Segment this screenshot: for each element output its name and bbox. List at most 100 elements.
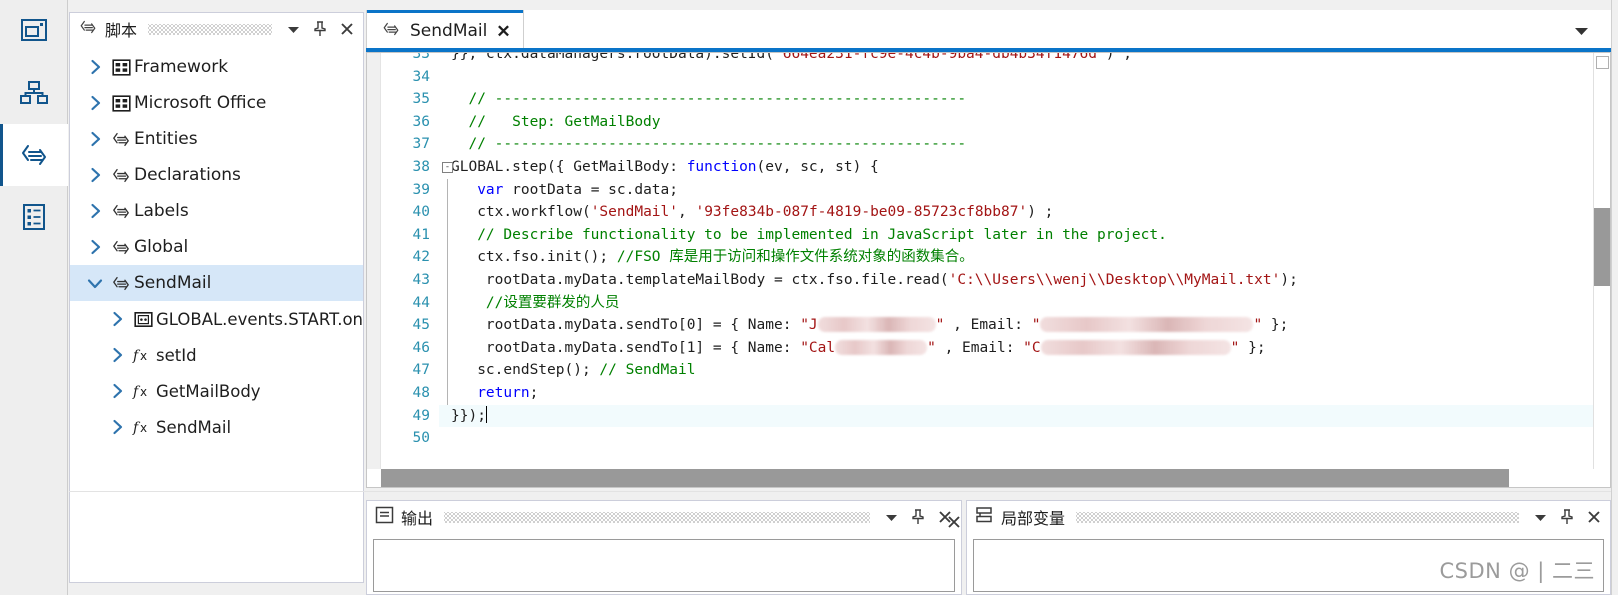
tree-item-getmailbody[interactable]: f x GetMailBody <box>70 373 363 409</box>
code-token: '93fe834b-087f-4819-be09-85723cf8bb87' <box>695 204 1028 221</box>
line-text[interactable]: return; <box>439 382 1610 405</box>
code-line[interactable]: 50 <box>367 427 1610 450</box>
tree-item-framework[interactable]: Framework <box>70 49 363 85</box>
locals-panel-body[interactable]: CSDN @ | 二三 <box>973 539 1604 592</box>
code-line[interactable]: 35 // ----------------------------------… <box>367 88 1610 111</box>
code-line[interactable]: 44 //设置要群发的人员 <box>367 291 1610 315</box>
code-line[interactable]: 47 sc.endStep(); // SendMail <box>367 359 1610 382</box>
chevron-right-icon[interactable] <box>104 347 130 363</box>
line-text[interactable]: }}, ctx.dataManagers.rootData).setId( 66… <box>439 52 1610 66</box>
line-text[interactable] <box>439 427 1610 450</box>
fold-toggle[interactable]: - <box>442 161 453 173</box>
redacted-text <box>817 317 936 333</box>
script-pane-close-button[interactable] <box>337 19 357 39</box>
svg-text:x: x <box>140 349 147 363</box>
code-line[interactable]: 41 // Describe functionality to be imple… <box>367 223 1610 247</box>
tree-item-sendmail[interactable]: f x SendMail <box>70 409 363 445</box>
chevron-right-icon[interactable] <box>82 95 108 111</box>
tab-close-icon[interactable]: ✕ <box>496 23 510 40</box>
code-line[interactable]: 39 var rootData = sc.data; <box>367 178 1610 202</box>
locals-panel-close-button[interactable] <box>1584 507 1604 527</box>
line-text[interactable]: // -------------------------------------… <box>439 133 1610 156</box>
editor-horizontal-scrollbar[interactable] <box>367 469 1610 487</box>
line-text[interactable]: rootData.myData.templateMailBody = ctx.f… <box>439 269 1610 292</box>
editor-vertical-scrollbar[interactable] <box>1593 53 1610 487</box>
line-text[interactable]: // -------------------------------------… <box>439 88 1610 111</box>
code-token: // SendMail <box>599 362 696 379</box>
line-text[interactable]: var rootData = sc.data; <box>439 179 1610 202</box>
tree-item-setid[interactable]: f x setId <box>70 337 363 373</box>
chevron-right-icon[interactable] <box>104 383 130 399</box>
line-text[interactable]: rootData.myData.sendTo[1] = { Name: "Cal… <box>439 337 1610 360</box>
code-line[interactable]: 48 return; <box>367 381 1610 405</box>
code-line[interactable]: 40 ctx.workflow('SendMail', '93fe834b-08… <box>367 201 1610 224</box>
line-text[interactable]: GLOBAL.step({ GetMailBody: function(ev, … <box>439 156 1610 179</box>
tree-item-declarations[interactable]: Declarations <box>70 157 363 193</box>
chevron-right-icon[interactable] <box>82 167 108 183</box>
script-pane-drag-grip[interactable] <box>148 23 272 35</box>
tree-item-global[interactable]: Global <box>70 229 363 265</box>
code-line[interactable]: 34 <box>367 66 1610 89</box>
chevron-right-icon[interactable] <box>82 59 108 75</box>
code-token: 664ea231-fc9e-4c4b-9ba4-db4b34f1476d <box>782 52 1098 62</box>
line-text[interactable]: sc.endStep(); // SendMail <box>439 359 1610 382</box>
tree-item-sendmail[interactable]: SendMail <box>70 265 363 301</box>
code-line[interactable]: 37 // ----------------------------------… <box>367 133 1610 156</box>
tree-item-global-events-start-on[interactable]: GLOBAL.events.START.on <box>70 301 363 337</box>
script-icon <box>108 167 134 184</box>
code-line[interactable]: 49}}); <box>367 404 1610 428</box>
tab-sendmail[interactable]: SendMail ✕ <box>366 10 524 52</box>
chevron-right-icon[interactable] <box>104 419 130 435</box>
vertical-scroll-thumb[interactable] <box>1594 208 1610 286</box>
locals-panel-drag-grip[interactable] <box>1076 511 1519 523</box>
locals-panel-pin-button[interactable] <box>1557 507 1577 527</box>
line-text[interactable]: //设置要群发的人员 <box>439 292 1610 315</box>
script-pane-dropdown-button[interactable] <box>283 19 303 39</box>
chevron-right-icon[interactable] <box>82 131 108 147</box>
output-panel-dropdown-button[interactable] <box>881 507 901 527</box>
scrollbar-marker-box <box>1596 56 1609 69</box>
rail-button-script[interactable] <box>0 124 68 186</box>
line-text[interactable] <box>439 66 1610 89</box>
output-panel-drag-grip[interactable] <box>444 511 870 523</box>
output-panel-pin-button[interactable] <box>908 507 928 527</box>
line-text[interactable]: rootData.myData.sendTo[0] = { Name: "J " … <box>439 314 1610 337</box>
code-token: " <box>1253 317 1263 334</box>
rail-button-window-explorer[interactable] <box>0 0 68 62</box>
code-line[interactable]: 43 rootData.myData.templateMailBody = ct… <box>367 268 1610 292</box>
code-line[interactable]: 42 ctx.fso.init(); //FSO 库是用于访问和操作文件系统对象… <box>367 246 1610 269</box>
line-number: 36 <box>412 113 430 130</box>
chevron-down-icon[interactable] <box>82 277 108 290</box>
line-text[interactable]: // Step: GetMailBody <box>439 111 1610 134</box>
tab-overflow-chevron-down-icon[interactable] <box>1574 23 1589 41</box>
dock-close-button[interactable] <box>944 512 964 532</box>
tab-label: SendMail <box>410 21 488 41</box>
script-icon <box>108 239 134 256</box>
rail-button-properties[interactable] <box>0 186 68 248</box>
code-line[interactable]: 46 rootData.myData.sendTo[1] = { Name: "… <box>367 336 1610 360</box>
code-line[interactable]: 36 // Step: GetMailBody <box>367 111 1610 134</box>
code-line[interactable]: 38 GLOBAL.step({ GetMailBody: function(ev… <box>367 156 1610 179</box>
code-surface[interactable]: 33}}, ctx.dataManagers.rootData).setId( … <box>366 52 1611 488</box>
tree-item-microsoft-office[interactable]: Microsoft Office <box>70 85 363 121</box>
line-text[interactable]: // Describe functionality to be implemen… <box>439 224 1610 247</box>
horizontal-scroll-thumb[interactable] <box>381 469 1509 487</box>
code-line[interactable]: 45 rootData.myData.sendTo[0] = { Name: "… <box>367 314 1610 337</box>
line-text[interactable]: ctx.fso.init(); //FSO 库是用于访问和操作文件系统对象的函数… <box>439 246 1610 269</box>
locals-panel-dropdown-button[interactable] <box>1530 507 1550 527</box>
tree-item-labels[interactable]: Labels <box>70 193 363 229</box>
code-token: var <box>477 181 504 198</box>
locals-panel-header: 局部变量 <box>967 501 1610 533</box>
line-text[interactable]: ctx.workflow('SendMail', '93fe834b-087f-… <box>439 201 1610 224</box>
chevron-right-icon[interactable] <box>104 311 130 327</box>
rail-button-hierarchy[interactable] <box>0 62 68 124</box>
line-text[interactable]: }}); <box>439 404 1610 428</box>
output-panel-body[interactable] <box>373 539 955 592</box>
line-number: 38 <box>412 158 430 175</box>
code-line[interactable]: 33}}, ctx.dataManagers.rootData).setId( … <box>367 52 1610 66</box>
script-pane-pin-button[interactable] <box>310 19 330 39</box>
chevron-right-icon[interactable] <box>82 239 108 255</box>
code-token: ctx.workflow( <box>451 204 591 221</box>
chevron-right-icon[interactable] <box>82 203 108 219</box>
tree-item-entities[interactable]: Entities <box>70 121 363 157</box>
